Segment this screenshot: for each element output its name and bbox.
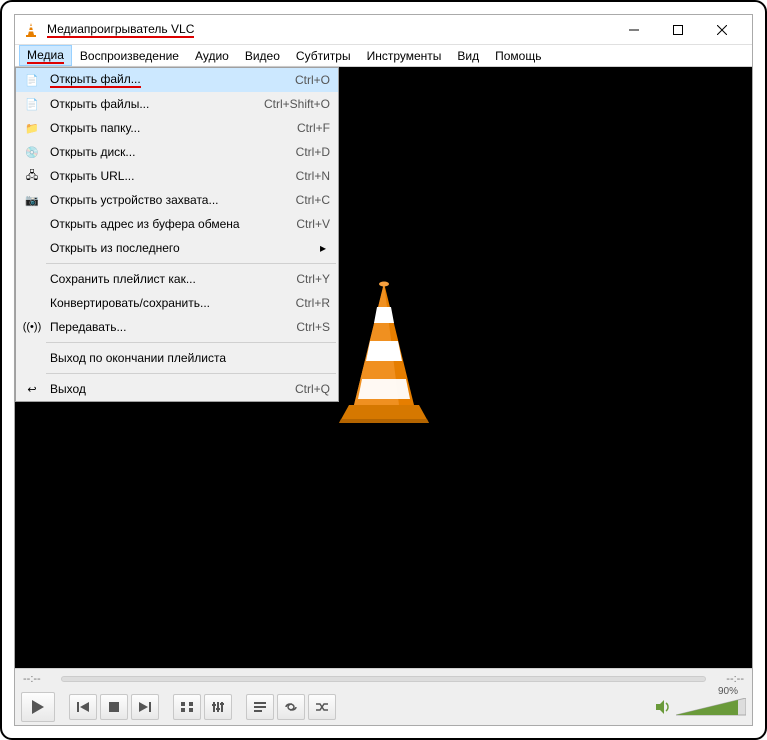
- menu-7[interactable]: Помощь: [487, 45, 549, 66]
- menu-item-label: Открыть URL...: [44, 169, 296, 183]
- fullscreen-button[interactable]: [173, 694, 201, 720]
- menu-item-label: Выход: [44, 382, 295, 396]
- menu-item-label: Открыть из последнего▸: [44, 241, 330, 255]
- next-button[interactable]: [131, 694, 159, 720]
- menu-item-5[interactable]: 📷Открыть устройство захвата...Ctrl+C: [16, 188, 338, 212]
- menu-item-shortcut: Ctrl+D: [296, 145, 330, 159]
- submenu-arrow-icon: ▸: [320, 241, 326, 255]
- window-title: Медиапроигрыватель VLC: [47, 22, 194, 38]
- menu-item-shortcut: Ctrl+Q: [295, 382, 330, 396]
- ext-settings-button[interactable]: [204, 694, 232, 720]
- play-button[interactable]: [21, 692, 55, 722]
- controls: 90%: [15, 689, 752, 725]
- menu-item-1[interactable]: 📄Открыть файлы...Ctrl+Shift+O: [16, 92, 338, 116]
- menu-item-label: Открыть файлы...: [44, 97, 264, 111]
- menu-item-label: Открыть диск...: [44, 145, 296, 159]
- app-window: Медиапроигрыватель VLC МедиаВоспроизведе…: [14, 14, 753, 726]
- menu-0[interactable]: Медиа: [19, 45, 72, 66]
- network-icon: 🖧: [20, 167, 44, 186]
- menu-item-11[interactable]: ((•))Передавать...Ctrl+S: [16, 315, 338, 339]
- loop-button[interactable]: [277, 694, 305, 720]
- menu-item-15[interactable]: ↩ВыходCtrl+Q: [16, 377, 338, 401]
- menu-item-2[interactable]: 📁Открыть папку...Ctrl+F: [16, 116, 338, 140]
- time-total: --:--: [714, 673, 744, 685]
- disc-icon: 💿: [20, 146, 44, 159]
- menu-item-shortcut: Ctrl+S: [296, 320, 330, 334]
- menu-item-0[interactable]: 📄Открыть файл...Ctrl+O: [16, 68, 338, 92]
- menu-item-label: Открыть адрес из буфера обмена: [44, 217, 296, 231]
- video-area[interactable]: 📄Открыть файл...Ctrl+O📄Открыть файлы...C…: [15, 67, 752, 668]
- menu-item-label: Выход по окончании плейлиста: [44, 351, 330, 365]
- menu-item-label: Открыть устройство захвата...: [44, 193, 296, 207]
- stop-button[interactable]: [100, 694, 128, 720]
- menu-item-shortcut: Ctrl+R: [296, 296, 330, 310]
- menu-item-shortcut: Ctrl+N: [296, 169, 330, 183]
- menu-item-shortcut: Ctrl+Y: [296, 272, 330, 286]
- bottom-panel: --:-- --:-- 90%: [15, 668, 752, 725]
- menu-separator: [46, 342, 336, 343]
- stream-icon: ((•)): [20, 321, 44, 333]
- menubar: МедиаВоспроизведениеАудиоВидеоСубтитрыИн…: [15, 45, 752, 67]
- menu-item-label: Конвертировать/сохранить...: [44, 296, 296, 310]
- menu-1[interactable]: Воспроизведение: [72, 45, 187, 66]
- shuffle-button[interactable]: [308, 694, 336, 720]
- menu-item-label: Сохранить плейлист как...: [44, 272, 296, 286]
- menu-item-shortcut: Ctrl+F: [297, 121, 330, 135]
- files-icon: 📄: [20, 98, 44, 111]
- menu-item-13[interactable]: Выход по окончании плейлиста: [16, 346, 338, 370]
- exit-icon: ↩: [20, 383, 44, 396]
- folder-icon: 📁: [20, 122, 44, 135]
- playlist-button[interactable]: [246, 694, 274, 720]
- menu-item-shortcut: Ctrl+O: [295, 73, 330, 87]
- capture-icon: 📷: [20, 194, 44, 207]
- seekbar[interactable]: --:-- --:--: [15, 669, 752, 689]
- seek-track[interactable]: [61, 676, 706, 682]
- vlc-cone-icon: [23, 22, 39, 38]
- menu-item-9[interactable]: Сохранить плейлист как...Ctrl+Y: [16, 267, 338, 291]
- menu-item-shortcut: Ctrl+C: [296, 193, 330, 207]
- menu-separator: [46, 263, 336, 264]
- close-button[interactable]: [700, 16, 744, 44]
- menu-item-shortcut: Ctrl+V: [296, 217, 330, 231]
- menu-item-label: Открыть файл...: [44, 72, 295, 88]
- time-elapsed: --:--: [23, 673, 53, 685]
- menu-item-label: Передавать...: [44, 320, 296, 334]
- minimize-button[interactable]: [612, 16, 656, 44]
- menu-4[interactable]: Субтитры: [288, 45, 359, 66]
- titlebar[interactable]: Медиапроигрыватель VLC: [15, 15, 752, 45]
- menu-item-3[interactable]: 💿Открыть диск...Ctrl+D: [16, 140, 338, 164]
- speaker-icon: [656, 700, 672, 714]
- menu-separator: [46, 373, 336, 374]
- menu-item-6[interactable]: Открыть адрес из буфера обменаCtrl+V: [16, 212, 338, 236]
- volume-percent: 90%: [718, 686, 738, 697]
- menu-item-shortcut: Ctrl+Shift+O: [264, 97, 330, 111]
- maximize-button[interactable]: [656, 16, 700, 44]
- file-icon: 📄: [20, 74, 44, 87]
- menu-item-10[interactable]: Конвертировать/сохранить...Ctrl+R: [16, 291, 338, 315]
- menu-5[interactable]: Инструменты: [359, 45, 450, 66]
- prev-button[interactable]: [69, 694, 97, 720]
- menu-item-label: Открыть папку...: [44, 121, 297, 135]
- volume-slider[interactable]: 90%: [676, 698, 746, 716]
- menu-item-7[interactable]: Открыть из последнего▸: [16, 236, 338, 260]
- menu-6[interactable]: Вид: [449, 45, 487, 66]
- menu-2[interactable]: Аудио: [187, 45, 237, 66]
- menu-3[interactable]: Видео: [237, 45, 288, 66]
- media-menu-dropdown: 📄Открыть файл...Ctrl+O📄Открыть файлы...C…: [15, 67, 339, 402]
- volume-control[interactable]: 90%: [656, 698, 746, 716]
- menu-item-4[interactable]: 🖧Открыть URL...Ctrl+N: [16, 164, 338, 188]
